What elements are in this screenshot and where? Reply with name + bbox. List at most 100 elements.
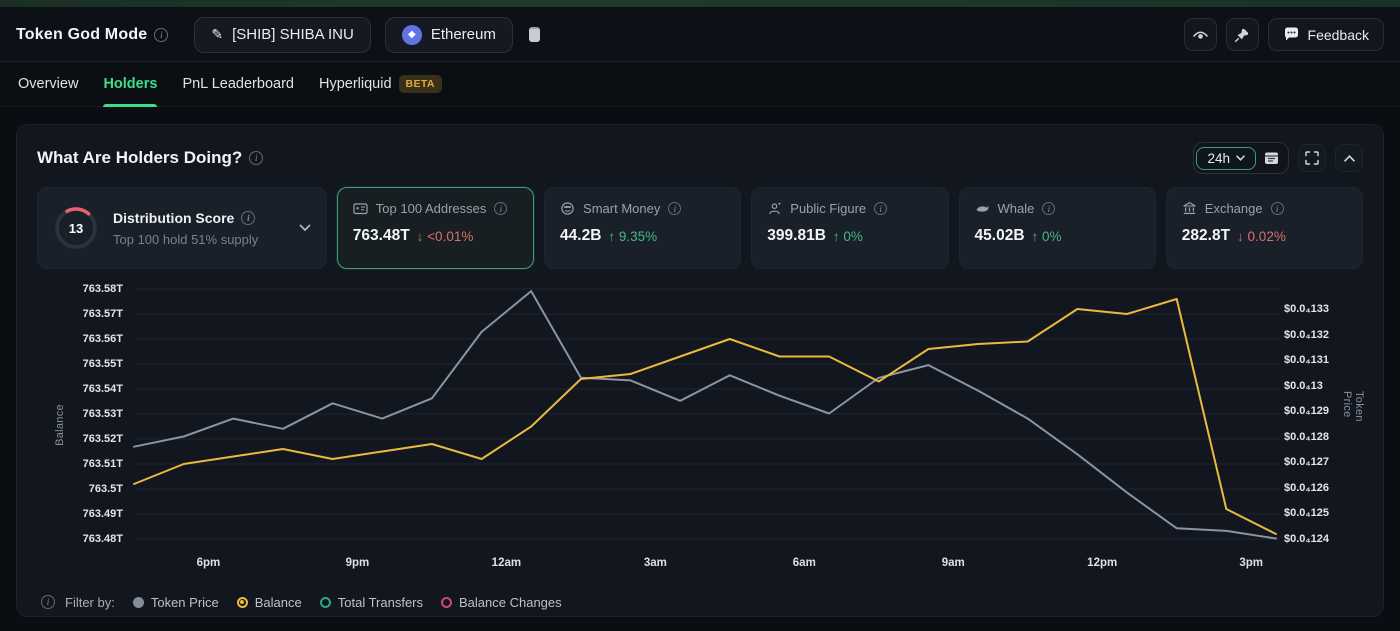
panel-title: What Are Holders Doing? [37,148,242,168]
filter-option-label: Balance Changes [459,595,562,610]
filter-option-total-transfers[interactable]: Total Transfers [320,595,423,610]
token-price-dot-icon [133,597,144,608]
fullscreen-icon [1305,151,1319,165]
info-icon: i [154,28,168,42]
y-axis-tick-balance: 763.56T [17,331,123,347]
collapse-button[interactable] [1335,144,1363,172]
filter-by-label: Filter by: [65,595,115,610]
y-axis-tick-price: $0.0₄126 [1284,480,1329,496]
y-axis-tick-balance: 763.53T [17,406,123,422]
timeframe-value: 24h [1207,151,1230,166]
timeframe-select[interactable]: 24h [1196,147,1256,170]
balance-changes-ring-icon [441,597,452,608]
y-axis-tick-balance: 763.51T [17,456,123,472]
tab-hyperliquid[interactable]: Hyperliquid BETA [319,62,442,107]
holder-stats-row: 13 Distribution Score i Top 100 hold 51%… [37,187,1363,269]
timeframe-group: 24h [1193,142,1289,174]
bank-icon [1182,201,1197,216]
fullscreen-button[interactable] [1298,144,1326,172]
filter-option-token-price[interactable]: Token Price [133,595,219,610]
beta-badge: BETA [399,75,442,93]
x-axis-tick: 3am [620,557,690,569]
pushpin-icon [1234,27,1250,43]
stat-value: 44.2B [560,227,601,245]
stat-value: 399.81B [767,227,826,245]
tab-label: PnL Leaderboard [182,76,294,92]
right-axis-title: Token Price [1341,391,1365,451]
public-figure-icon [767,201,782,216]
token-select-button[interactable]: ✎ [SHIB] SHIBA INU [194,17,370,53]
ethereum-icon: ◆ [402,25,422,45]
chart-plot [17,273,1385,585]
y-axis-tick-price: $0.0₄132 [1284,327,1329,343]
holders-activity-panel: What Are Holders Doing? i 24h [16,124,1384,617]
stat-card-top-100-addresses[interactable]: Top 100 Addresses i 763.48T ↓ <0.01% [337,187,534,269]
feedback-button[interactable]: Feedback [1268,18,1384,51]
tab-overview[interactable]: Overview [18,62,78,107]
x-axis-tick: 12am [471,557,541,569]
smart-money-icon [560,201,575,216]
filter-option-balance[interactable]: Balance [237,595,302,610]
stat-change: ↑ 0% [833,229,863,244]
calendar-icon [1264,151,1279,165]
stat-change: ↓ 0.02% [1237,229,1286,244]
y-axis-tick-price: $0.0₄127 [1284,454,1329,470]
stat-label: Whale [998,201,1035,216]
stat-label: Smart Money [583,201,660,216]
feedback-bubble-icon [1283,27,1300,43]
distribution-score-card[interactable]: 13 Distribution Score i Top 100 hold 51%… [37,187,327,269]
filter-option-label: Balance [255,595,302,610]
stat-change: ↑ 9.35% [608,229,657,244]
stat-change: ↓ <0.01% [417,229,474,244]
stat-value: 763.48T [353,227,410,245]
info-icon: i [668,202,681,215]
y-axis-tick-balance: 763.55T [17,356,123,372]
whale-icon [975,201,990,216]
filter-option-label: Total Transfers [338,595,423,610]
calendar-button[interactable] [1256,145,1286,171]
distribution-score-subtitle: Top 100 hold 51% supply [113,232,285,247]
app-header: Token God Mode i ✎ [SHIB] SHIBA INU ◆ Et… [0,8,1400,62]
stat-card-smart-money[interactable]: Smart Money i 44.2B ↑ 9.35% [544,187,741,269]
chevron-down-icon[interactable] [299,224,311,232]
feedback-label: Feedback [1308,27,1369,43]
x-axis-tick: 9pm [322,557,392,569]
page-title: Token God Mode [16,26,147,44]
pin-button[interactable] [1226,18,1259,51]
y-axis-tick-balance: 763.5T [17,481,123,497]
x-axis-tick: 9am [918,557,988,569]
tab-bar: Overview Holders PnL Leaderboard Hyperli… [0,62,1400,107]
stat-card-exchange[interactable]: Exchange i 282.8T ↓ 0.02% [1166,187,1363,269]
browser-top-strip [0,0,1400,8]
token-price-line [134,291,1276,538]
stat-label: Public Figure [790,201,866,216]
info-icon: i [494,202,507,215]
watch-button[interactable] [1184,18,1217,51]
stat-card-public-figure[interactable]: Public Figure i 399.81B ↑ 0% [751,187,948,269]
tab-pnl-leaderboard[interactable]: PnL Leaderboard [182,62,294,107]
chevron-up-icon [1344,155,1355,162]
info-icon: i [1042,202,1055,215]
info-icon: i [874,202,887,215]
id-card-icon [353,201,368,216]
stat-card-whale[interactable]: Whale i 45.02B ↑ 0% [959,187,1156,269]
chain-select-button[interactable]: ◆ Ethereum [385,17,513,53]
chevron-down-icon [1236,155,1245,161]
distribution-score-value: 13 [53,205,99,251]
y-axis-tick-balance: 763.48T [17,531,123,547]
info-icon: i [41,595,55,609]
tab-label: Hyperliquid [319,76,392,92]
x-axis-tick: 3pm [1216,557,1286,569]
token-select-label: [SHIB] SHIBA INU [232,26,354,43]
eye-icon [1192,27,1209,42]
stat-label: Exchange [1205,201,1263,216]
y-axis-tick-balance: 763.49T [17,506,123,522]
y-axis-tick-balance: 763.57T [17,306,123,322]
tab-holders[interactable]: Holders [103,62,157,107]
balance-radio-icon [237,597,248,608]
edit-pencil-icon: ✎ [211,26,223,43]
filter-option-balance-changes[interactable]: Balance Changes [441,595,562,610]
copy-address-icon[interactable] [529,27,540,42]
y-axis-tick-balance: 763.54T [17,381,123,397]
x-axis-tick: 6am [769,557,839,569]
